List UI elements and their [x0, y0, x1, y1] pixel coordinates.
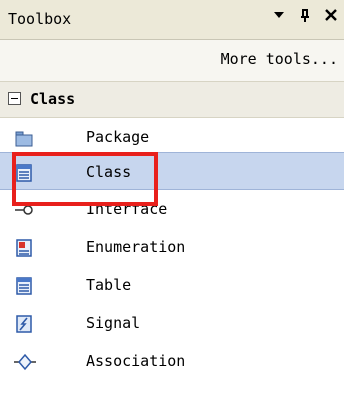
interface-icon	[14, 200, 34, 220]
close-icon[interactable]	[322, 8, 340, 28]
more-tools-row: More tools...	[0, 40, 344, 82]
signal-icon	[14, 314, 34, 334]
toolbox-item-package[interactable]: Package	[0, 118, 344, 156]
toolbox-item-class[interactable]: Class	[0, 152, 344, 190]
item-label: Interface	[86, 200, 168, 218]
item-label: Association	[86, 352, 186, 370]
item-label: Class	[86, 163, 132, 181]
toolbox-item-table[interactable]: Table	[0, 266, 344, 304]
enumeration-icon	[14, 238, 34, 258]
toolbox-title: Toolbox	[8, 10, 72, 28]
table-icon	[14, 276, 34, 296]
package-icon	[14, 128, 34, 148]
window-controls	[270, 8, 340, 28]
item-label: Table	[86, 276, 132, 294]
toolbox-titlebar: Toolbox	[0, 0, 344, 40]
association-icon	[14, 352, 36, 372]
item-label: Enumeration	[86, 238, 186, 256]
toolbox-item-enumeration[interactable]: Enumeration	[0, 228, 344, 266]
class-icon	[14, 163, 34, 183]
collapse-minus-icon[interactable]	[8, 92, 21, 105]
group-label: Class	[30, 90, 76, 108]
more-tools-button[interactable]: More tools...	[221, 50, 338, 68]
toolbox-item-signal[interactable]: Signal	[0, 304, 344, 342]
toolbox-item-association[interactable]: Association	[0, 342, 344, 380]
toolbox-item-interface[interactable]: Interface	[0, 190, 344, 228]
pin-icon[interactable]	[296, 8, 314, 28]
group-header-class[interactable]: Class	[0, 82, 344, 118]
item-label: Package	[86, 128, 150, 146]
dropdown-arrow-icon[interactable]	[270, 8, 288, 28]
item-label: Signal	[86, 314, 141, 332]
